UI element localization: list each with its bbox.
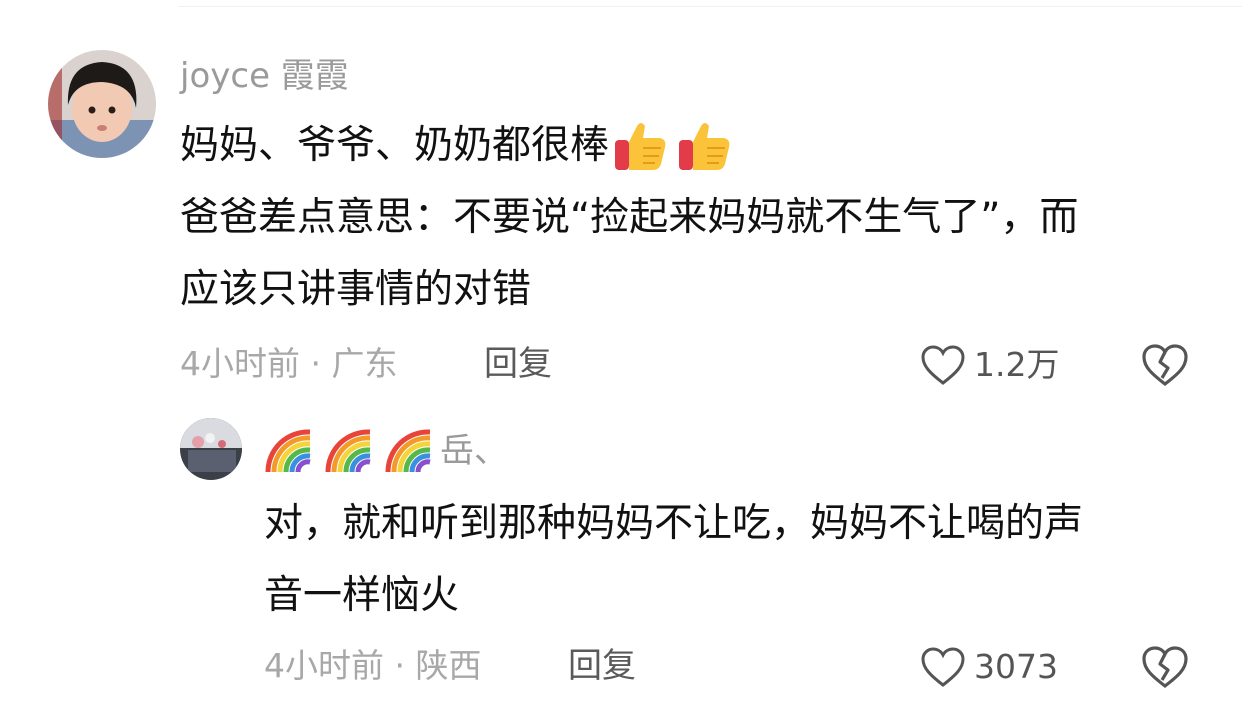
- dislike-button[interactable]: [1140, 644, 1190, 694]
- rainbow-icon: [325, 429, 371, 473]
- like-count: 1.2万: [974, 345, 1060, 384]
- divider: [178, 6, 1242, 7]
- like-button[interactable]: 3073: [920, 646, 1058, 688]
- comment-line: 对，就和听到那种妈妈不让吃，妈妈不让喝的声: [264, 488, 1083, 560]
- username-text: 岳、: [440, 431, 508, 471]
- comment-meta: 4小时前 · 广东: [180, 344, 398, 383]
- comment-line: 妈妈、爷爷、奶奶都很棒: [180, 110, 1078, 182]
- username[interactable]: joyce 霞霞: [180, 56, 349, 96]
- like-button[interactable]: 1.2万: [920, 344, 1059, 386]
- comment-meta: 4小时前 · 陕西: [264, 646, 482, 685]
- comment-line: 应该只讲事情的对错: [180, 254, 1078, 326]
- comment-line: 爸爸差点意思：不要说“捡起来妈妈就不生气了”，而: [180, 182, 1078, 254]
- thumbs-up-icon: [615, 123, 666, 170]
- comment-thread: joyce 霞霞 妈妈、爷爷、奶奶都很棒 爸爸差点意思：不要说“捡起来妈妈就不生…: [0, 0, 1242, 706]
- comment-body: 妈妈、爷爷、奶奶都很棒 爸爸差点意思：不要说“捡起来妈妈就不生气了”，而 应该只…: [180, 110, 1078, 326]
- comment-line-text: 应该只讲事情的对错: [180, 267, 532, 312]
- broken-heart-icon: [1142, 344, 1188, 387]
- rainbow-icon: [385, 429, 431, 473]
- reply-button[interactable]: 回复: [484, 344, 552, 384]
- comment-line: 音一样恼火: [264, 560, 1083, 632]
- rainbow-icon: [265, 429, 311, 473]
- avatar[interactable]: [48, 50, 156, 158]
- thumbs-up-icon: [679, 123, 730, 170]
- emoji-group: [264, 428, 434, 474]
- reply-body: 对，就和听到那种妈妈不让吃，妈妈不让喝的声 音一样恼火: [264, 488, 1083, 632]
- like-count: 3073: [974, 647, 1058, 686]
- dislike-button[interactable]: [1140, 342, 1190, 392]
- comment-line-text: 音一样恼火: [264, 573, 460, 618]
- comment-line-text: 对，就和听到那种妈妈不让吃，妈妈不让喝的声: [264, 501, 1084, 546]
- heart-outline-icon: [921, 345, 965, 385]
- avatar[interactable]: [180, 418, 242, 480]
- heart-outline-icon: [921, 647, 965, 687]
- comment-line-text: 爸爸差点意思：不要说“捡起来妈妈就不生气了”，而: [180, 195, 1079, 240]
- reply-button[interactable]: 回复: [568, 646, 636, 686]
- username[interactable]: 岳、: [264, 428, 508, 474]
- emoji-group: [613, 118, 733, 174]
- comment-line-text: 妈妈、爷爷、奶奶都很棒: [180, 123, 610, 168]
- broken-heart-icon: [1142, 646, 1188, 689]
